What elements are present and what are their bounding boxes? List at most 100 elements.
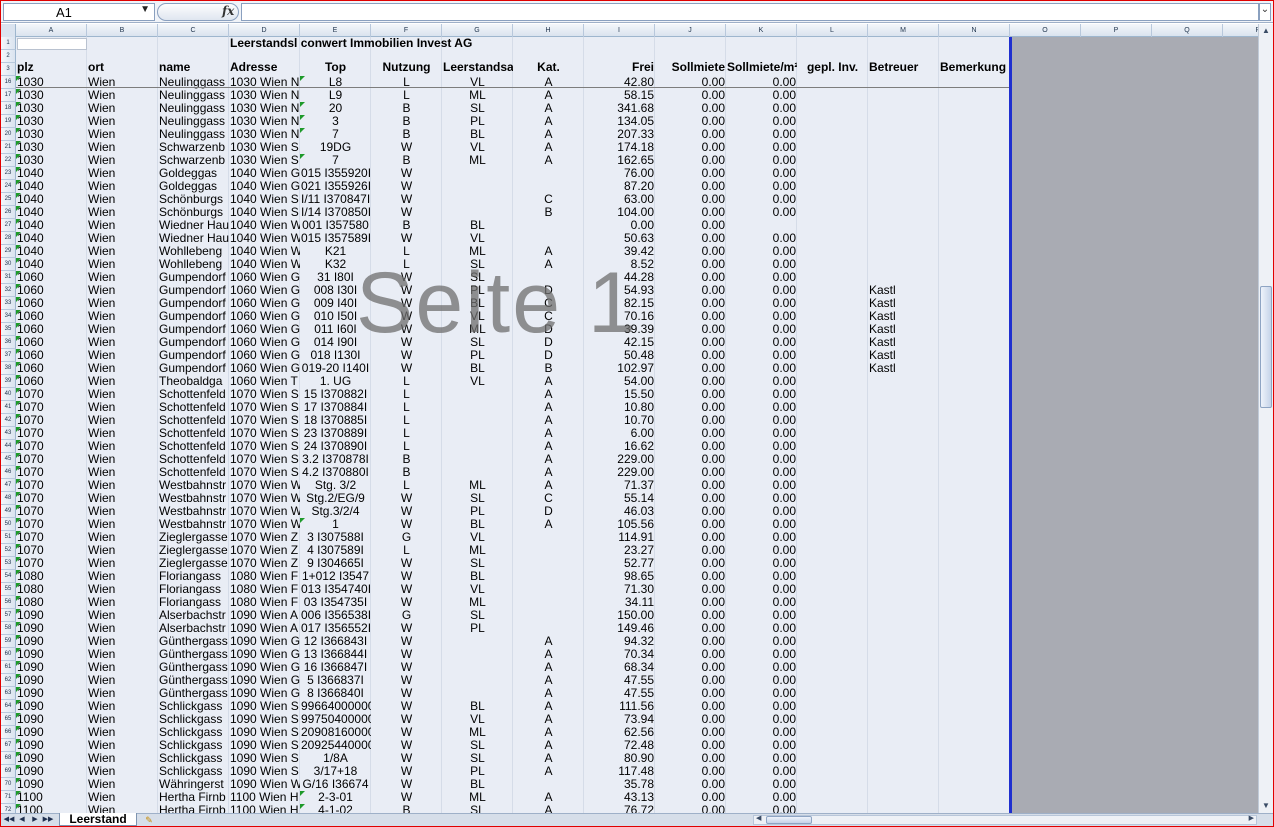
insert-function-button[interactable]: fx [157, 3, 239, 21]
cell-sollm2[interactable]: 0.00 [726, 622, 797, 635]
cell-nutz[interactable]: L [371, 414, 442, 427]
cell-sollm2[interactable]: 0.00 [726, 102, 797, 115]
cell-soll[interactable]: 0.00 [655, 804, 726, 813]
cell-kat[interactable]: D [513, 284, 584, 297]
cell-ort[interactable]: Wien [87, 518, 158, 531]
cell-kat[interactable]: D [513, 336, 584, 349]
cell-soll[interactable]: 0.00 [655, 323, 726, 336]
cell-name[interactable]: Floriangass [158, 596, 229, 609]
cell-top[interactable]: 17 I370884I [300, 401, 371, 414]
cell-kat[interactable]: C [513, 310, 584, 323]
cell-betr[interactable] [868, 102, 939, 115]
cell-plz[interactable]: 1040 [16, 206, 87, 219]
cell-frei[interactable]: 47.55 [584, 687, 655, 700]
cell-kat[interactable]: A [513, 791, 584, 804]
cell-betr[interactable] [868, 414, 939, 427]
cell-sollm2[interactable]: 0.00 [726, 609, 797, 622]
cell-nutz[interactable]: L [371, 375, 442, 388]
cell-name[interactable]: Gumpendorf [158, 362, 229, 375]
cell-plz[interactable]: 1090 [16, 726, 87, 739]
cell-soll[interactable]: 0.00 [655, 193, 726, 206]
column-header-a[interactable]: A [16, 24, 87, 37]
cell-adr[interactable]: 1070 Wien W [229, 505, 300, 518]
row-header[interactable]: 21 [1, 141, 16, 154]
cell-top[interactable]: K21 [300, 245, 371, 258]
header-cell-11[interactable]: gepl. Inv. [797, 59, 868, 76]
cell-betr[interactable] [868, 258, 939, 271]
cell-kat[interactable]: A [513, 102, 584, 115]
cell-top[interactable]: 1/8A [300, 752, 371, 765]
cell-kat[interactable] [513, 609, 584, 622]
cell-frei[interactable]: 105.56 [584, 518, 655, 531]
cell-sollm2[interactable]: 0.00 [726, 687, 797, 700]
cell-kat[interactable] [513, 167, 584, 180]
cell-plz[interactable]: 1080 [16, 596, 87, 609]
cell-kat[interactable] [513, 219, 584, 232]
cell-leer[interactable] [442, 167, 513, 180]
cell-plz[interactable]: 1090 [16, 700, 87, 713]
cell-kat[interactable] [513, 622, 584, 635]
cell-ort[interactable]: Wien [87, 596, 158, 609]
cell-kat[interactable] [513, 271, 584, 284]
cell-frei[interactable]: 43.13 [584, 791, 655, 804]
cell-adr[interactable]: 1060 Wien G [229, 310, 300, 323]
cell-frei[interactable]: 76.00 [584, 167, 655, 180]
cell-top[interactable]: 018 I130I [300, 349, 371, 362]
expand-formula-bar-icon[interactable]: ⌄ [1259, 3, 1271, 21]
cell-top[interactable]: 4-1-02 [300, 804, 371, 813]
cell-betr[interactable] [868, 778, 939, 791]
cell-plz[interactable]: 1070 [16, 531, 87, 544]
cell-adr[interactable]: 1070 Wien S [229, 414, 300, 427]
cell-plz[interactable]: 1040 [16, 258, 87, 271]
column-header-n[interactable]: N [939, 24, 1010, 37]
cell-betr[interactable] [868, 115, 939, 128]
cell-sollm2[interactable]: 0.00 [726, 479, 797, 492]
cell-plz[interactable]: 1040 [16, 167, 87, 180]
cell-soll[interactable]: 0.00 [655, 167, 726, 180]
cell-nutz[interactable]: W [371, 752, 442, 765]
row-header[interactable]: 16 [1, 76, 16, 89]
cell-frei[interactable]: 162.65 [584, 154, 655, 167]
name-box[interactable]: A1 ▼ [3, 3, 155, 21]
cell-leer[interactable]: SL [442, 752, 513, 765]
cell-leer[interactable]: PL [442, 505, 513, 518]
chevron-down-icon[interactable]: ▼ [140, 4, 150, 15]
cell-nutz[interactable]: L [371, 401, 442, 414]
cell-ort[interactable]: Wien [87, 700, 158, 713]
cell-adr[interactable]: 1090 Wien W [229, 778, 300, 791]
cell-name[interactable]: Floriangass [158, 570, 229, 583]
cell-adr[interactable]: 1080 Wien F [229, 570, 300, 583]
cell-betr[interactable] [868, 388, 939, 401]
cell-sollm2[interactable]: 0.00 [726, 674, 797, 687]
cell-plz[interactable]: 1060 [16, 310, 87, 323]
cell-frei[interactable]: 35.78 [584, 778, 655, 791]
cell-sollm2[interactable]: 0.00 [726, 505, 797, 518]
cell-adr[interactable]: 1040 Wien W [229, 245, 300, 258]
header-cell-8[interactable]: Frei [584, 59, 655, 76]
cell-leer[interactable]: PL [442, 622, 513, 635]
cell-leer[interactable]: ML [442, 89, 513, 102]
column-header-o[interactable]: O [1010, 24, 1081, 37]
cell-frei[interactable]: 52.77 [584, 557, 655, 570]
cell-name[interactable]: Westbahnstr [158, 492, 229, 505]
cell-name[interactable]: Neulinggass [158, 102, 229, 115]
cell-nutz[interactable]: L [371, 427, 442, 440]
cell-name[interactable]: Zieglergasse [158, 544, 229, 557]
row-header[interactable]: 37 [1, 349, 16, 362]
row-header[interactable]: 70 [1, 778, 16, 791]
cell-adr[interactable]: 1090 Wien G [229, 635, 300, 648]
cell-betr[interactable] [868, 206, 939, 219]
cell-soll[interactable]: 0.00 [655, 778, 726, 791]
cell-kat[interactable]: A [513, 141, 584, 154]
cell-nutz[interactable]: G [371, 609, 442, 622]
cell-kat[interactable]: A [513, 635, 584, 648]
cell-name[interactable]: Hertha Firnb [158, 791, 229, 804]
row-header[interactable]: 58 [1, 622, 16, 635]
header-cell-6[interactable]: Leerstandsar [442, 59, 513, 76]
header-cell-7[interactable]: Kat. [513, 59, 584, 76]
cell-sollm2[interactable]: 0.00 [726, 154, 797, 167]
cell-adr[interactable]: 1030 Wien N [229, 115, 300, 128]
cell-sollm2[interactable]: 0.00 [726, 713, 797, 726]
column-header-r[interactable]: R [1223, 24, 1258, 37]
cell-name[interactable]: Günthergass [158, 661, 229, 674]
